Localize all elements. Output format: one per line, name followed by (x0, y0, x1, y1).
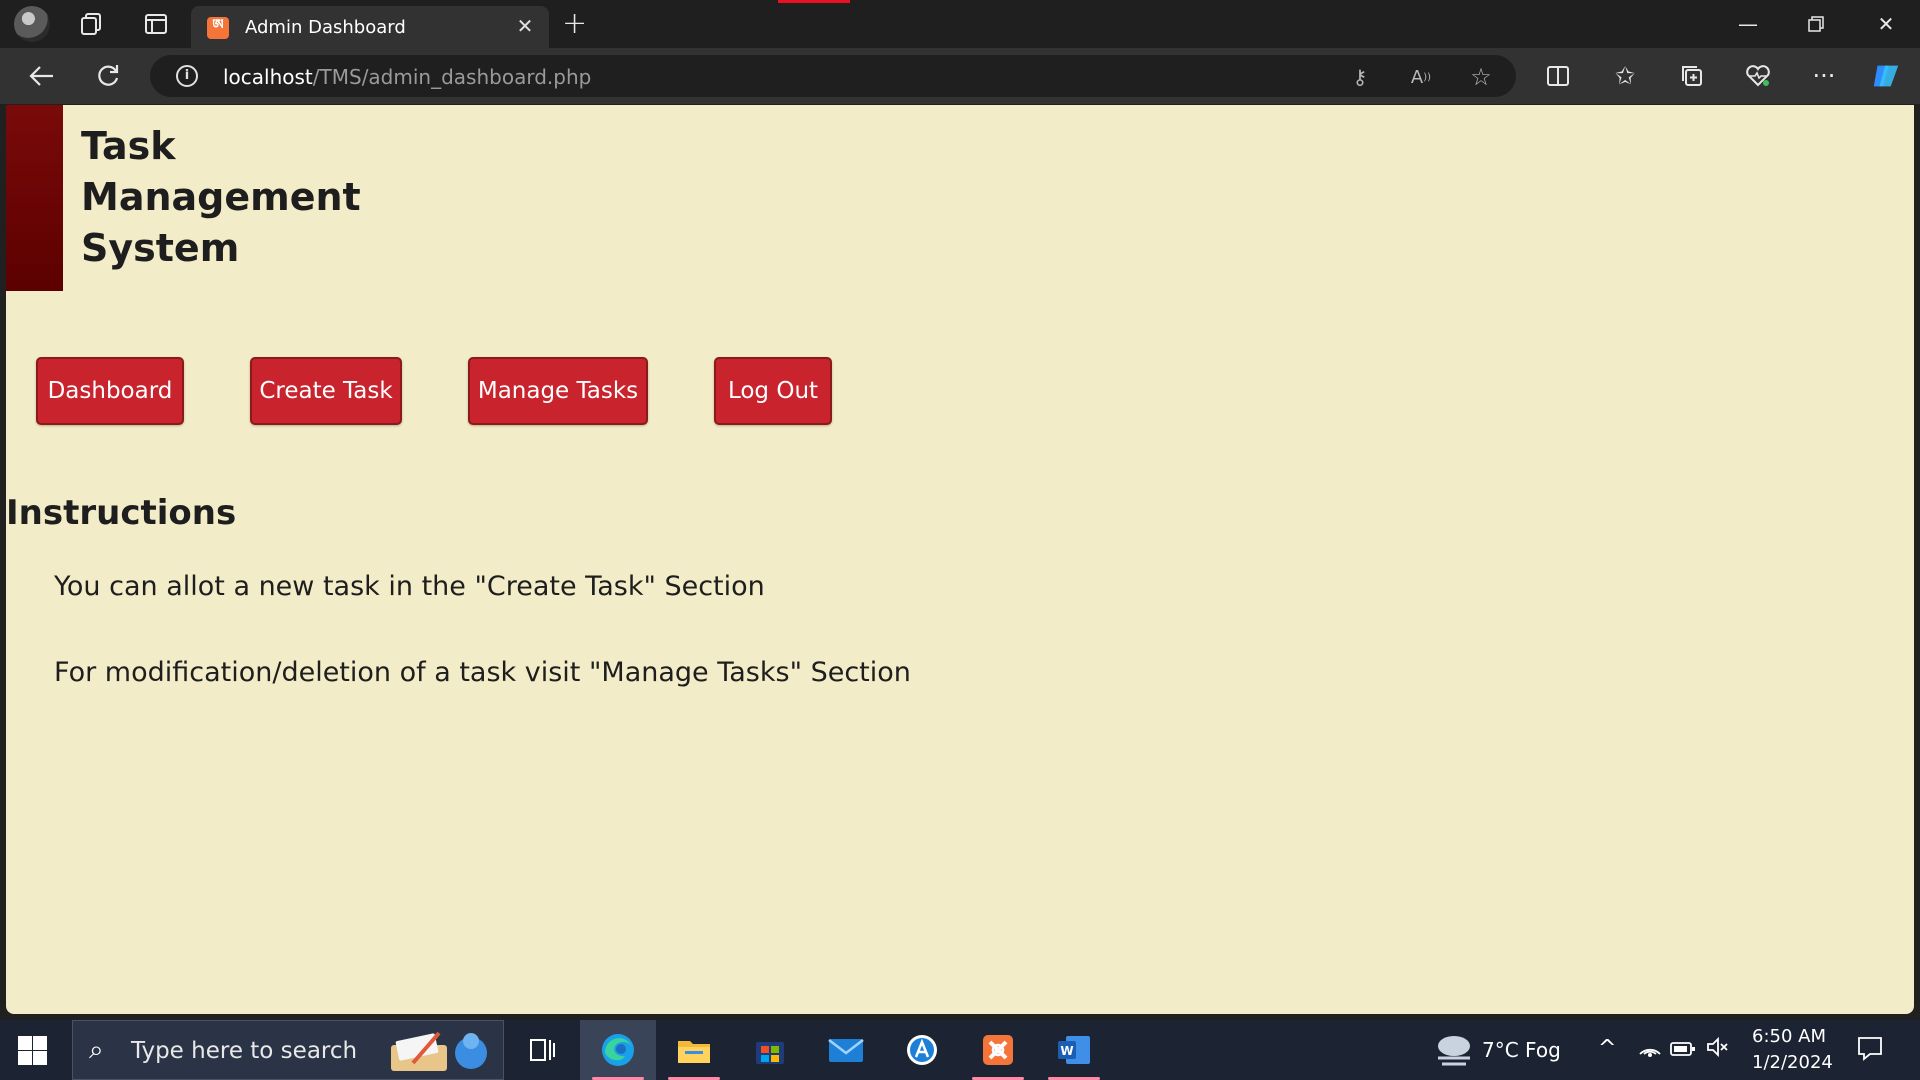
clock[interactable]: 6:50 AM 1/2/2024 (1742, 1020, 1834, 1080)
instruction-manage-tasks: For modification/deletion of a task visi… (54, 657, 911, 688)
taskbar-search-box[interactable]: ⌕ Type here to search (72, 1020, 504, 1080)
favorites-icon[interactable]: ✩ (1609, 60, 1641, 92)
xampp-icon: ཨ (207, 17, 229, 39)
more-options-icon[interactable]: ··· (1808, 60, 1840, 92)
close-window-icon[interactable]: ✕ (1866, 8, 1906, 40)
weather-widget[interactable]: 7°C Fog (1428, 1020, 1578, 1080)
task-view-icon[interactable] (504, 1020, 580, 1080)
site-title-line: Task (81, 124, 176, 168)
address-bar[interactable]: i localhost/TMS/admin_dashboard.php ⚷ A)… (150, 55, 1516, 97)
accent-bar (6, 105, 63, 291)
microsoft-store-icon[interactable] (732, 1020, 808, 1080)
weather-text: 7°C Fog (1482, 1038, 1561, 1062)
password-key-icon[interactable]: ⚷ (1346, 63, 1374, 91)
profile-avatar[interactable] (14, 6, 50, 42)
search-icon: ⌕ (89, 1035, 104, 1065)
file-explorer-icon[interactable] (656, 1020, 732, 1080)
svg-text:W: W (1060, 1044, 1073, 1058)
clock-time: 6:50 AM (1752, 1026, 1826, 1047)
windows-start-icon[interactable] (16, 1034, 48, 1066)
restore-icon[interactable] (1796, 8, 1836, 40)
site-info-icon[interactable]: i (176, 65, 198, 87)
instructions-heading: Instructions (6, 493, 237, 533)
instruction-create-task: You can allot a new task in the "Create … (54, 571, 765, 602)
manage-tasks-button[interactable]: Manage Tasks (468, 357, 648, 425)
refresh-icon[interactable] (92, 60, 124, 92)
back-icon[interactable] (26, 60, 58, 92)
tab-admin-dashboard[interactable]: ཨ Admin Dashboard ✕ (191, 6, 549, 48)
taskbar: ⌕ Type here to search W 7°C Fog ^ 6:50 A… (0, 1020, 1920, 1080)
url-text[interactable]: localhost/TMS/admin_dashboard.php (223, 65, 591, 89)
collections-icon[interactable] (1676, 60, 1708, 92)
dashboard-button[interactable]: Dashboard (36, 357, 184, 425)
site-title-line: Management (81, 175, 361, 219)
xampp-taskbar-icon[interactable] (960, 1020, 1036, 1080)
site-title: Task Management System (81, 121, 381, 274)
network-icon[interactable] (1638, 1036, 1662, 1063)
close-tab-icon[interactable]: ✕ (513, 14, 537, 38)
browser-title-bar: ཨ Admin Dashboard ✕ + — ✕ (0, 0, 1920, 48)
read-aloud-icon[interactable]: A)) (1407, 63, 1435, 91)
page-content: Task Management System Dashboard Create … (6, 105, 1914, 1014)
tab-title: Admin Dashboard (245, 17, 406, 38)
split-screen-icon[interactable] (1542, 60, 1574, 92)
tab-indicator (778, 0, 850, 3)
copilot-icon[interactable] (1870, 60, 1902, 92)
word-icon[interactable]: W (1036, 1020, 1112, 1080)
browser-essentials-icon[interactable] (1742, 60, 1774, 92)
app-store-icon[interactable] (884, 1020, 960, 1080)
new-tab-icon[interactable]: + (562, 6, 587, 41)
workspaces-icon[interactable] (76, 8, 108, 40)
cloud-fog-icon (1438, 1036, 1470, 1066)
site-title-line: System (81, 226, 240, 270)
battery-icon[interactable] (1670, 1038, 1696, 1062)
edge-taskbar-icon[interactable] (580, 1020, 656, 1080)
tab-actions-icon[interactable] (140, 8, 172, 40)
minimize-icon[interactable]: — (1728, 8, 1768, 40)
log-out-button[interactable]: Log Out (714, 357, 832, 425)
create-task-button[interactable]: Create Task (250, 357, 402, 425)
favorite-star-icon[interactable]: ☆ (1467, 63, 1495, 91)
clock-date: 1/2/2024 (1752, 1052, 1833, 1073)
notifications-icon[interactable] (1856, 1034, 1884, 1067)
mail-icon[interactable] (808, 1020, 884, 1080)
browser-toolbar: i localhost/TMS/admin_dashboard.php ⚷ A)… (0, 48, 1920, 104)
show-hidden-icons[interactable]: ^ (1598, 1036, 1616, 1061)
search-highlight-icon (391, 1031, 487, 1071)
volume-muted-icon[interactable] (1706, 1036, 1730, 1063)
search-placeholder: Type here to search (131, 1038, 358, 1064)
